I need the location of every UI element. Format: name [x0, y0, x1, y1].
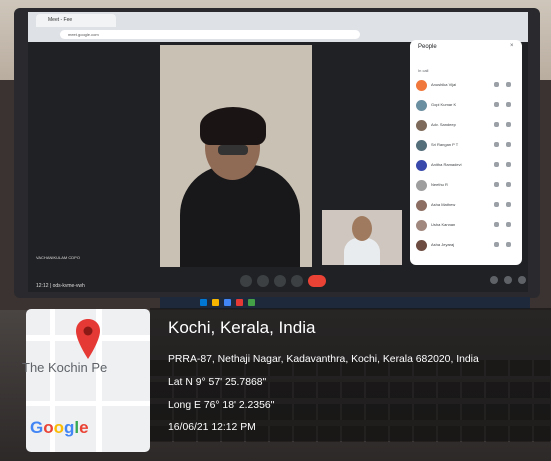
google-logo: Google: [30, 418, 89, 437]
in-call-heading: In call: [418, 68, 429, 73]
avatar: [416, 160, 427, 171]
chat-icon[interactable]: [518, 276, 526, 284]
location-address: PRRA-87, Nethaji Nagar, Kadavanthra, Koc…: [168, 354, 479, 365]
participant-name: Usha Kannan: [431, 222, 456, 227]
map-road: [26, 401, 150, 406]
datetime-text: 16/06/21 12:12 PM: [168, 422, 256, 433]
people-icon[interactable]: [504, 276, 512, 284]
participant-name: Anushika Vijai: [431, 82, 457, 87]
close-icon[interactable]: ×: [510, 43, 514, 49]
more-vert-icon[interactable]: [506, 102, 511, 107]
present-button[interactable]: [274, 275, 286, 287]
more-vert-icon[interactable]: [506, 122, 511, 127]
avatar: [416, 100, 427, 111]
pin-icon[interactable]: [494, 82, 499, 87]
chrome-icon[interactable]: [224, 299, 231, 306]
participant-name: Asha Jeyaraj: [431, 242, 455, 247]
participant-name: Neethu R: [431, 182, 448, 187]
info-icon[interactable]: [490, 276, 498, 284]
explorer-icon[interactable]: [212, 299, 219, 306]
participant-row[interactable]: Anushika Vijai: [416, 78, 516, 93]
more-vert-icon[interactable]: [506, 242, 511, 247]
avatar: [416, 180, 427, 191]
participant-name: Gopi Kumar K: [431, 102, 457, 107]
more-vert-icon[interactable]: [506, 82, 511, 87]
participant-row[interactable]: Adv. Sandeep: [416, 118, 516, 133]
meeting-time-code: 12:12 | ods-kvme-vwh: [36, 283, 85, 289]
participant-name: Sri Rangan P T: [431, 142, 459, 147]
main-video-tile: [160, 45, 312, 267]
pin-icon[interactable]: [494, 242, 499, 247]
pin-icon[interactable]: [494, 222, 499, 227]
camera-button[interactable]: [257, 275, 269, 287]
location-title: Kochi, Kerala, India: [168, 318, 316, 337]
speaker-body: [180, 165, 300, 267]
address-bar[interactable]: meet.google.com: [60, 30, 360, 39]
participant-row[interactable]: Asha Jeyaraj: [416, 238, 516, 253]
more-vert-icon[interactable]: [506, 182, 511, 187]
self-view-tile: [322, 210, 402, 265]
more-options-button[interactable]: [291, 275, 303, 287]
participant-row[interactable]: Anitha Ramadevi: [416, 158, 516, 173]
participant-row[interactable]: Sri Rangan P T: [416, 138, 516, 153]
app-icon-2[interactable]: [248, 299, 255, 306]
participant-name: Asha Mathew: [431, 202, 456, 207]
pin-icon[interactable]: [494, 102, 499, 107]
pin-icon[interactable]: [494, 122, 499, 127]
meeting-name-label: VACHANIKULAM CDPO: [36, 255, 80, 260]
participant-row[interactable]: Neethu R: [416, 178, 516, 193]
more-vert-icon[interactable]: [506, 222, 511, 227]
self-view-head: [352, 216, 372, 241]
avatar: [416, 140, 427, 151]
participant-name: Anitha Ramadevi: [431, 162, 462, 167]
map-place-label: The Kochin Pe: [22, 360, 108, 375]
avatar: [416, 200, 427, 211]
people-panel-title: People: [418, 44, 437, 50]
pin-icon[interactable]: [494, 182, 499, 187]
avatar: [416, 240, 427, 251]
edge-icon[interactable]: [200, 299, 207, 306]
more-vert-icon[interactable]: [506, 162, 511, 167]
people-panel: People × In call Anushika Vijai Gopi Kuma…: [410, 40, 522, 265]
participant-row[interactable]: Gopi Kumar K: [416, 98, 516, 113]
participant-row[interactable]: Usha Kannan: [416, 218, 516, 233]
more-vert-icon[interactable]: [506, 202, 511, 207]
speaker-hair: [200, 107, 266, 145]
mic-button[interactable]: [240, 275, 252, 287]
avatar: [416, 120, 427, 131]
map-pin-icon: [76, 319, 100, 359]
self-view-body: [344, 238, 380, 265]
end-call-button[interactable]: [308, 275, 326, 287]
pin-icon[interactable]: [494, 162, 499, 167]
pin-icon[interactable]: [494, 202, 499, 207]
longitude-text: Long E 76° 18' 2.2356": [168, 400, 275, 411]
more-vert-icon[interactable]: [506, 142, 511, 147]
avatar: [416, 80, 427, 91]
app-icon[interactable]: [236, 299, 243, 306]
participant-name: Adv. Sandeep: [431, 122, 456, 127]
latitude-text: Lat N 9° 57' 25.7868": [168, 377, 267, 388]
browser-tab[interactable]: Meet - Fee: [36, 14, 116, 27]
participant-row[interactable]: Asha Mathew: [416, 198, 516, 213]
speaker-microphone: [218, 145, 248, 155]
pin-icon[interactable]: [494, 142, 499, 147]
avatar: [416, 220, 427, 231]
